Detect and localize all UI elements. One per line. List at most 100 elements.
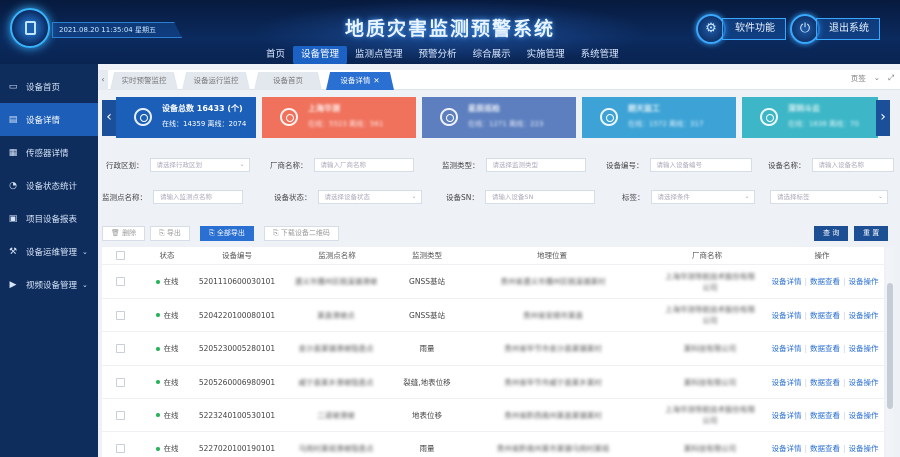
point-input[interactable]: 请输入监测点名称: [153, 190, 243, 204]
row-checkbox[interactable]: [110, 299, 130, 331]
fullscreen-icon[interactable]: ⤢: [888, 73, 894, 84]
row-checkbox[interactable]: [110, 265, 130, 298]
chevron-down-icon: ⌄: [744, 193, 750, 200]
point-name-cell: 马岗村某组滑坡隐患点: [298, 444, 374, 453]
cards-next-arrow[interactable]: ›: [876, 100, 890, 136]
nav-device-management[interactable]: 设备管理: [293, 46, 348, 64]
device-operation-link[interactable]: 设备操作: [849, 410, 879, 421]
stat-card-vendor-1[interactable]: 上海华测 在线：5523 离线：561: [262, 97, 416, 138]
status-cell: 在线: [142, 332, 192, 365]
point-name-cell: 金沙县某镇滑坡隐患点: [298, 344, 374, 353]
tab-device-home[interactable]: 设备首页: [254, 72, 322, 90]
sidebar-item-device-home[interactable]: ▭ 设备首页: [0, 70, 98, 103]
software-label: 软件功能: [722, 18, 786, 40]
device-detail-link[interactable]: 设备详情: [771, 377, 801, 388]
device-detail-link[interactable]: 设备详情: [771, 443, 801, 454]
filter-panel: 行政区划： 请选择行政区划 ⌄ 厂商名称： 请输入厂商名称 监测类型： 请选择监测…: [98, 150, 900, 212]
tab-options[interactable]: 页签 ⌄ ⤢: [851, 73, 894, 84]
status-cell: 在线: [142, 366, 192, 398]
input-placeholder: 请输入监测点名称: [160, 193, 212, 201]
filter-monitor-type: 监测类型： 请选择监测类型: [442, 158, 586, 172]
data-view-link[interactable]: 数据查看: [810, 276, 840, 287]
export-button[interactable]: ⎘ 导出: [150, 226, 190, 241]
point-name-cell: 二道坡滑坡: [317, 410, 355, 420]
data-view-link[interactable]: 数据查看: [810, 343, 840, 354]
status-text: 在线: [163, 410, 179, 420]
stat-card-vendor-4[interactable]: 深圳斗云 在线：1638 离线：70: [742, 97, 878, 138]
close-icon[interactable]: ✕: [373, 76, 379, 85]
device-operation-link[interactable]: 设备操作: [849, 343, 879, 354]
export-all-button[interactable]: ⎘ 全部导出: [200, 226, 254, 241]
nav-home[interactable]: 首页: [258, 46, 293, 64]
nav-warning-analysis[interactable]: 预警分析: [411, 46, 465, 64]
data-view-link[interactable]: 数据查看: [810, 443, 840, 454]
online-dot-icon: [155, 380, 160, 384]
detail-icon: ▤: [8, 114, 18, 125]
sn-input[interactable]: 请输入设备SN: [484, 190, 595, 204]
query-button[interactable]: 查 询: [814, 226, 849, 241]
nav-monitoring-point[interactable]: 监测点管理: [347, 46, 411, 64]
tab-device-running[interactable]: 设备运行监控: [182, 72, 250, 90]
chevron-down-icon: ⌄: [82, 280, 88, 289]
device-detail-link[interactable]: 设备详情: [771, 310, 801, 321]
stats-icon: ◔: [9, 180, 17, 191]
device-id-cell: 5201110600030101: [198, 277, 276, 286]
row-checkbox[interactable]: [110, 432, 130, 457]
point-name-cell: 某县滑坡点: [317, 310, 355, 320]
download-qrcode-button[interactable]: ⎘ 下载设备二维码: [264, 226, 339, 241]
tag-select[interactable]: 请选择标签 ⌄: [770, 190, 888, 204]
row-checkbox[interactable]: [110, 366, 130, 398]
nav-implementation[interactable]: 实施管理: [519, 46, 573, 64]
data-view-link[interactable]: 数据查看: [810, 310, 840, 321]
data-view-link[interactable]: 数据查看: [810, 377, 840, 388]
device-detail-link[interactable]: 设备详情: [771, 276, 801, 287]
divider: |: [804, 410, 807, 420]
reset-button[interactable]: 重 置: [854, 226, 889, 241]
sidebar-item-maintenance[interactable]: ⚒ 设备运维管理 ⌄: [0, 235, 98, 268]
divider: |: [804, 444, 807, 453]
stats-cards: ‹ 设备总数 16433 (个) 在线：14359 离线：2074 上海华测 在…: [102, 97, 894, 141]
scrollbar-thumb[interactable]: [887, 283, 893, 409]
software-button[interactable]: ⚙ 软件功能: [696, 14, 786, 44]
stat-card-vendor-2[interactable]: 星辰巡检 在线：1271 离线：223: [422, 97, 576, 138]
sidebar-item-project-report[interactable]: ▣ 项目设备报表: [0, 202, 98, 235]
data-view-link[interactable]: 数据查看: [810, 410, 840, 421]
monitor-type-select[interactable]: 请选择监测类型: [485, 158, 586, 172]
tab-device-detail[interactable]: 设备详情 ✕: [326, 72, 394, 90]
sidebar-item-device-stats[interactable]: ◔ 设备状态统计: [0, 169, 98, 202]
nav-display[interactable]: 综合展示: [465, 46, 519, 64]
tab-realtime-warning[interactable]: 实时预警监控: [110, 72, 178, 90]
device-detail-link[interactable]: 设备详情: [771, 410, 801, 421]
stat-card-total[interactable]: 设备总数 16433 (个) 在线：14359 离线：2074: [116, 97, 256, 138]
sidebar-item-sensor-detail[interactable]: ▦ 传感器详情: [0, 136, 98, 169]
vendor-input[interactable]: 请输入厂商名称: [313, 158, 414, 172]
checkbox-icon: [115, 277, 125, 286]
device-operation-link[interactable]: 设备操作: [849, 443, 879, 454]
chevron-down-icon[interactable]: ⌄: [874, 73, 880, 84]
device-operation-link[interactable]: 设备操作: [849, 276, 879, 287]
device-detail-link[interactable]: 设备详情: [771, 343, 801, 354]
device-name-input[interactable]: 请输入设备名称: [811, 158, 894, 172]
row-checkbox[interactable]: [110, 399, 130, 431]
device-operation-link[interactable]: 设备操作: [849, 377, 879, 388]
device-no-input[interactable]: 请输入设备编号: [649, 158, 752, 172]
select-all-checkbox[interactable]: [110, 247, 130, 264]
stat-card-vendor-3[interactable]: 朗天监工 在线：1572 离线：317: [582, 97, 736, 138]
row-checkbox[interactable]: [110, 332, 130, 365]
tag-condition-select[interactable]: 请选择条件 ⌄: [650, 190, 755, 204]
sidebar-item-video-devices[interactable]: ▶ 视频设备管理 ⌄: [0, 268, 98, 301]
filter-label: 标签：: [622, 192, 645, 202]
checkbox-icon: [115, 444, 125, 453]
card-sub: 在线：1638 离线：70: [788, 120, 859, 128]
select-placeholder: 请选择标签: [777, 193, 810, 201]
status-select[interactable]: 请选择设备状态 ⌄: [317, 190, 422, 204]
device-operation-link[interactable]: 设备操作: [849, 310, 879, 321]
table-scrollbar[interactable]: [886, 247, 894, 457]
region-select[interactable]: 请选择行政区划 ⌄: [149, 158, 250, 172]
sidebar-item-device-detail[interactable]: ▤ 设备详情: [0, 103, 98, 136]
cards-prev-arrow[interactable]: ‹: [102, 100, 116, 136]
nav-system[interactable]: 系统管理: [573, 46, 627, 64]
delete-button[interactable]: 🗑 删除: [102, 226, 146, 241]
logout-button[interactable]: ⏻ 退出系统: [790, 14, 880, 44]
tab-back-arrow[interactable]: ‹: [98, 70, 108, 90]
